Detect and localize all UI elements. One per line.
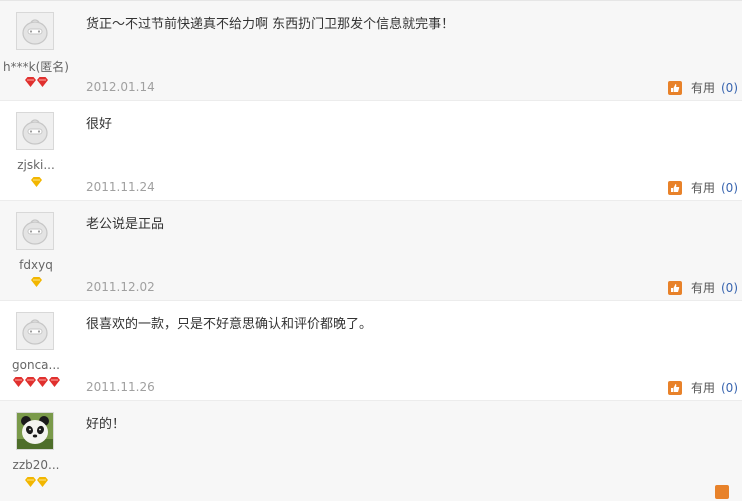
- review-date: 2011.11.26: [86, 380, 155, 394]
- reviewer-rank-badges: [0, 77, 72, 89]
- avatar[interactable]: [16, 112, 54, 150]
- red-diamond-icon: [48, 377, 60, 387]
- reviewer-rank-badges: [0, 477, 72, 489]
- thumb-up-icon[interactable]: [667, 280, 682, 295]
- panda-avatar-icon: [17, 413, 53, 449]
- useful-vote: 有用 (0): [667, 179, 738, 196]
- useful-vote: 有用 (0): [667, 379, 738, 396]
- review-item: h***k(匿名) 货正～不过节前快递真不给力啊 东西扔门卫那发个信息就完事！ …: [0, 0, 742, 101]
- reviewer-name[interactable]: gonca...: [0, 358, 72, 372]
- red-diamond-icon: [36, 377, 48, 387]
- review-content: 老公说是正品: [86, 217, 165, 232]
- avatar[interactable]: [16, 212, 54, 250]
- useful-button[interactable]: 有用: [691, 379, 715, 396]
- thumb-up-icon[interactable]: [667, 80, 682, 95]
- reviewer-rank-badges: [0, 377, 72, 389]
- review-content: 好的！: [86, 417, 126, 432]
- review-list: h***k(匿名) 货正～不过节前快递真不给力啊 东西扔门卫那发个信息就完事！ …: [0, 0, 742, 501]
- useful-count[interactable]: (0): [721, 181, 738, 195]
- review-item: gonca... 很喜欢的一款，只是不好意思确认和评价都晚了。 2011.11.…: [0, 301, 742, 401]
- avatar[interactable]: [16, 312, 54, 350]
- review-date: 2011.11.24: [86, 180, 155, 194]
- default-avatar-icon: [17, 313, 53, 349]
- useful-count[interactable]: (0): [721, 81, 738, 95]
- reviewer-rank-badges: [0, 277, 72, 289]
- review-item: zjski... 很好 2011.11.24 有用 (0): [0, 101, 742, 201]
- reviewer-name[interactable]: fdxyq: [0, 258, 72, 272]
- useful-count[interactable]: (0): [721, 381, 738, 395]
- useful-button[interactable]: 有用: [691, 279, 715, 296]
- review-date: 2012.01.14: [86, 80, 155, 94]
- review-date: 2011.12.02: [86, 280, 155, 294]
- review-content: 很好: [86, 117, 113, 132]
- useful-vote: [715, 485, 738, 499]
- useful-vote: 有用 (0): [667, 279, 738, 296]
- default-avatar-icon: [17, 213, 53, 249]
- review-item: zzb20... 好的！: [0, 401, 742, 501]
- yellow-diamond-icon: [30, 177, 42, 187]
- red-diamond-icon: [24, 77, 36, 87]
- default-avatar-icon: [17, 13, 53, 49]
- avatar[interactable]: [16, 12, 54, 50]
- default-avatar-icon: [17, 113, 53, 149]
- reviewer-rank-badges: [0, 177, 72, 189]
- yellow-diamond-icon: [30, 277, 42, 287]
- reviewer-name[interactable]: h***k(匿名): [0, 58, 72, 75]
- red-diamond-icon: [36, 77, 48, 87]
- review-content: 货正～不过节前快递真不给力啊 东西扔门卫那发个信息就完事！: [86, 17, 455, 32]
- reviewer-name[interactable]: zjski...: [0, 158, 72, 172]
- thumb-up-icon[interactable]: [667, 380, 682, 395]
- red-diamond-icon: [12, 377, 24, 387]
- thumb-up-icon[interactable]: [667, 180, 682, 195]
- useful-button[interactable]: 有用: [691, 179, 715, 196]
- useful-vote: 有用 (0): [667, 79, 738, 96]
- reviewer-name[interactable]: zzb20...: [0, 458, 72, 472]
- red-diamond-icon: [24, 377, 36, 387]
- review-content: 很喜欢的一款，只是不好意思确认和评价都晚了。: [86, 317, 373, 332]
- thumb-up-icon[interactable]: [715, 485, 729, 499]
- useful-button[interactable]: 有用: [691, 79, 715, 96]
- avatar[interactable]: [16, 412, 54, 450]
- review-item: fdxyq 老公说是正品 2011.12.02 有用 (0): [0, 201, 742, 301]
- useful-count[interactable]: (0): [721, 281, 738, 295]
